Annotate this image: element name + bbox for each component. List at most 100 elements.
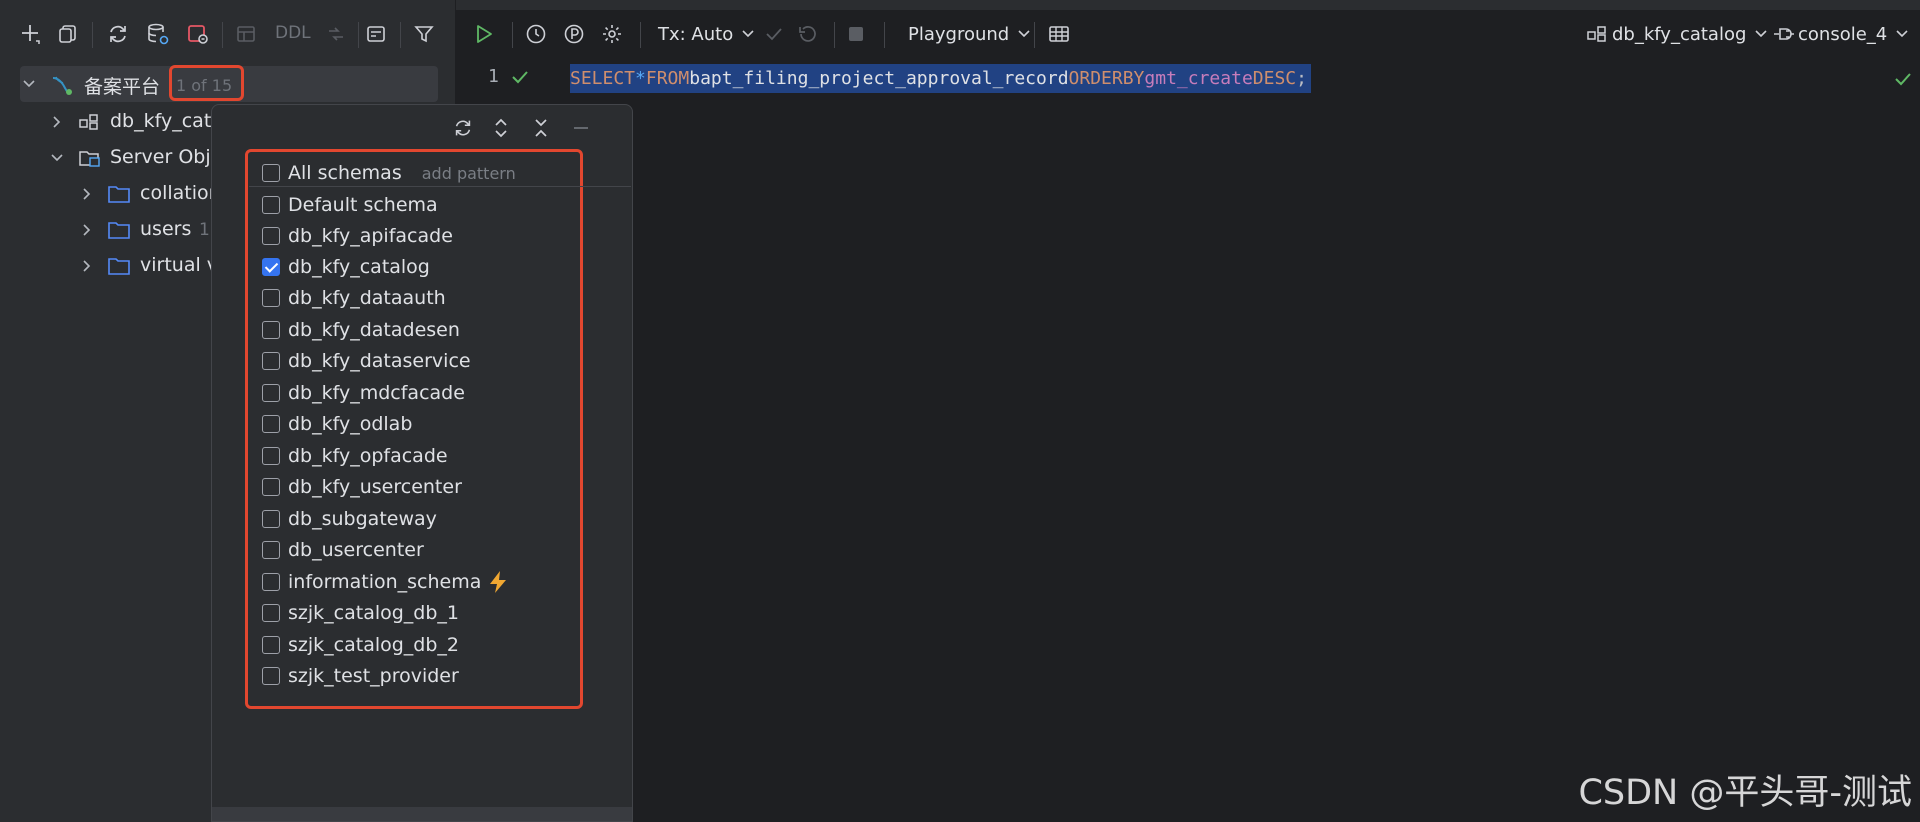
schema-selector-label: db_kfy_catalog xyxy=(1612,23,1747,45)
schema-checkbox[interactable] xyxy=(262,384,280,402)
copy-icon[interactable] xyxy=(52,18,84,50)
add-icon[interactable] xyxy=(14,18,46,50)
users-count: 1 xyxy=(199,220,210,240)
refresh-icon[interactable] xyxy=(102,18,134,50)
schema-checkbox[interactable] xyxy=(262,636,280,654)
virtual-views-label: virtual v xyxy=(140,254,219,276)
refresh-icon[interactable] xyxy=(450,115,476,141)
schema-checkbox[interactable] xyxy=(262,573,280,591)
chevron-right-icon[interactable] xyxy=(80,223,94,237)
schema-item[interactable]: db_subgateway xyxy=(262,504,437,534)
schema-item[interactable]: db_kfy_dataservice xyxy=(262,346,471,376)
data-source-properties-icon[interactable] xyxy=(142,18,174,50)
chevron-down-icon xyxy=(1896,30,1908,38)
minimize-icon[interactable] xyxy=(568,115,594,141)
schema-item[interactable]: db_kfy_dataauth xyxy=(262,283,446,313)
schema-name: szjk_catalog_db_1 xyxy=(288,602,460,624)
folder-icon xyxy=(108,186,130,203)
run-icon[interactable] xyxy=(472,18,496,50)
chevron-down-icon[interactable] xyxy=(22,77,36,91)
database-name: db_kfy_cat xyxy=(110,110,212,132)
transaction-mode-label: Tx: Auto xyxy=(658,23,734,45)
schema-checkbox[interactable] xyxy=(262,196,280,214)
all-schemas-option[interactable]: All schemas add pattern xyxy=(262,158,516,188)
server-objects-icon xyxy=(79,151,100,167)
console-icon[interactable] xyxy=(360,18,392,50)
schema-counter[interactable]: 1 of 15 xyxy=(176,76,232,95)
schema-item[interactable]: information_schema xyxy=(262,567,509,597)
schema-checkbox[interactable] xyxy=(262,478,280,496)
popup-resize-bar[interactable] xyxy=(212,807,632,821)
toolbar-separator xyxy=(1034,22,1035,48)
schema-item[interactable]: Default schema xyxy=(262,190,438,220)
schema-item[interactable]: szjk_test_provider xyxy=(262,661,459,691)
session-selector-dropdown[interactable]: console_4 xyxy=(1772,18,1909,50)
schema-item[interactable]: db_kfy_mdcfacade xyxy=(262,378,465,408)
collapse-all-icon[interactable] xyxy=(528,115,554,141)
chevron-right-icon[interactable] xyxy=(50,115,64,129)
schema-item[interactable]: db_kfy_datadesen xyxy=(262,315,460,345)
toolbar-separator xyxy=(640,22,641,48)
schema-item[interactable]: db_kfy_apifacade xyxy=(262,221,453,251)
session-selector-label: console_4 xyxy=(1798,23,1888,45)
results-table-icon[interactable] xyxy=(1047,18,1071,50)
schema-name: db_kfy_mdcfacade xyxy=(288,382,465,404)
schema-item[interactable]: db_usercenter xyxy=(262,535,424,565)
schema-checkbox[interactable] xyxy=(262,667,280,685)
schema-checkbox[interactable] xyxy=(262,321,280,339)
schema-item[interactable]: szjk_catalog_db_2 xyxy=(262,630,459,660)
sql-semicolon: ; xyxy=(1296,68,1307,89)
sql-keyword: SELECT xyxy=(570,68,636,89)
gear-icon[interactable] xyxy=(600,18,624,50)
playground-dropdown[interactable]: Playground xyxy=(908,18,1031,50)
line-number: 1 xyxy=(488,66,499,87)
schema-item[interactable]: szjk_catalog_db_1 xyxy=(262,598,459,628)
schema-item[interactable]: db_kfy_usercenter xyxy=(262,472,462,502)
jump-to-console-icon[interactable] xyxy=(182,18,214,50)
schema-name: szjk_test_provider xyxy=(288,665,459,687)
chevron-right-icon[interactable] xyxy=(80,187,94,201)
expand-all-icon[interactable] xyxy=(488,115,514,141)
sql-keyword: DESC xyxy=(1252,68,1297,89)
chevron-down-icon[interactable] xyxy=(50,151,64,165)
schema-item[interactable]: db_kfy_odlab xyxy=(262,409,412,439)
sql-keyword: BY xyxy=(1122,68,1145,89)
chevron-right-icon[interactable] xyxy=(80,259,94,273)
sql-code-line[interactable]: SELECT * FROM bapt_filing_project_approv… xyxy=(570,64,1311,93)
pin-icon[interactable] xyxy=(562,18,586,50)
schema-checkbox[interactable] xyxy=(262,258,280,276)
schema-selector-dropdown[interactable]: db_kfy_catalog xyxy=(1586,18,1768,50)
users-label: users xyxy=(140,218,192,240)
folder-icon xyxy=(108,222,130,239)
schema-item[interactable]: db_kfy_opfacade xyxy=(262,441,448,471)
all-schemas-label: All schemas xyxy=(288,162,402,184)
schema-name: db_kfy_datadesen xyxy=(288,319,460,341)
schema-checkbox[interactable] xyxy=(262,352,280,370)
filter-icon[interactable] xyxy=(408,18,440,50)
history-icon[interactable] xyxy=(524,18,548,50)
sql-column-name: gmt_create xyxy=(1144,68,1253,89)
commit-icon xyxy=(763,18,785,50)
toolbar-separator xyxy=(884,22,885,48)
check-icon xyxy=(512,71,528,84)
add-pattern-input[interactable]: add pattern xyxy=(422,164,516,183)
schema-checkbox[interactable] xyxy=(262,289,280,307)
inspection-ok-icon[interactable] xyxy=(1893,70,1913,88)
schema-checkbox[interactable] xyxy=(262,227,280,245)
schema-checkbox[interactable] xyxy=(262,415,280,433)
ddl-button: DDL xyxy=(275,23,311,43)
sql-keyword: FROM xyxy=(645,68,690,89)
schema-item[interactable]: db_kfy_catalog xyxy=(262,252,430,282)
schema-checkbox[interactable] xyxy=(262,510,280,528)
sql-editor[interactable] xyxy=(456,0,1920,822)
sql-table-name: bapt_filing_project_approval_record xyxy=(689,68,1069,89)
schema-icon xyxy=(79,114,98,130)
all-schemas-checkbox[interactable] xyxy=(262,164,280,182)
schema-checkbox[interactable] xyxy=(262,541,280,559)
schema-checkbox[interactable] xyxy=(262,447,280,465)
transaction-mode-dropdown[interactable]: Tx: Auto xyxy=(658,18,755,50)
schema-name: db_usercenter xyxy=(288,539,424,561)
mysql-icon xyxy=(52,76,72,95)
schema-checkbox[interactable] xyxy=(262,604,280,622)
editor-tab-strip xyxy=(456,0,1920,10)
